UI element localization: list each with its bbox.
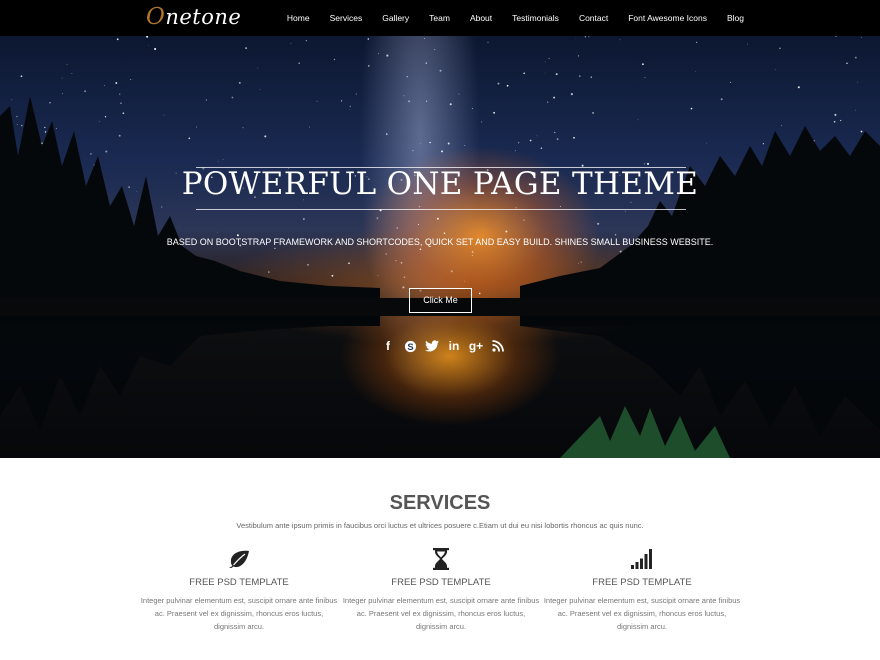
top-navbar: Onetone Home Services Gallery Team About…: [0, 0, 880, 36]
forest-silhouette: [0, 96, 880, 458]
services-subtitle: Vestibulum ante ipsum primis in faucibus…: [236, 521, 644, 530]
service-text: Integer pulvinar elementum est, suscipit…: [140, 596, 338, 631]
nav-font-awesome-icons[interactable]: Font Awesome Icons: [628, 13, 707, 23]
nav-blog[interactable]: Blog: [727, 13, 744, 23]
click-me-button[interactable]: Click Me: [409, 288, 472, 313]
hourglass-icon: [341, 548, 541, 570]
leaf-icon: [139, 548, 339, 570]
svg-text:S: S: [407, 341, 413, 351]
google-plus-icon[interactable]: g+: [468, 338, 484, 354]
logo-text: netone: [165, 5, 242, 29]
nav-contact[interactable]: Contact: [579, 13, 608, 23]
nav-services[interactable]: Services: [330, 13, 363, 23]
signal-icon: [542, 548, 742, 570]
nav-gallery[interactable]: Gallery: [382, 13, 409, 23]
facebook-icon[interactable]: f: [380, 338, 396, 354]
service-card: FREE PSD TEMPLATE Integer pulvinar eleme…: [139, 548, 339, 633]
nav-about[interactable]: About: [470, 13, 492, 23]
services-title: SERVICES: [389, 492, 491, 514]
service-card: FREE PSD TEMPLATE Integer pulvinar eleme…: [542, 548, 742, 633]
linkedin-icon[interactable]: in: [446, 338, 462, 354]
nav-home[interactable]: Home: [287, 13, 310, 23]
social-links: f S in g+: [380, 338, 506, 354]
main-nav: Home Services Gallery Team About Testimo…: [267, 0, 744, 36]
service-heading: FREE PSD TEMPLATE: [592, 577, 692, 588]
rss-icon[interactable]: [490, 338, 506, 354]
nav-team[interactable]: Team: [429, 13, 450, 23]
hero-banner: POWERFUL ONE PAGE THEME BASED ON BOOTSTR…: [0, 36, 880, 458]
logo-initial: O: [146, 4, 166, 30]
service-text: Integer pulvinar elementum est, suscipit…: [342, 596, 540, 631]
twitter-icon[interactable]: [424, 338, 440, 354]
service-text: Integer pulvinar elementum est, suscipit…: [543, 596, 741, 631]
service-heading: FREE PSD TEMPLATE: [189, 577, 289, 588]
service-card: FREE PSD TEMPLATE Integer pulvinar eleme…: [341, 548, 541, 633]
nav-testimonials[interactable]: Testimonials: [512, 13, 559, 23]
service-heading: FREE PSD TEMPLATE: [391, 577, 491, 588]
site-logo[interactable]: Onetone: [146, 4, 241, 30]
skype-icon[interactable]: S: [402, 338, 418, 354]
hero-rule-bottom: [196, 209, 686, 210]
hero-title: POWERFUL ONE PAGE THEME: [181, 166, 699, 202]
hero-subtitle: BASED ON BOOTSTRAP FRAMEWORK AND SHORTCO…: [166, 237, 714, 247]
